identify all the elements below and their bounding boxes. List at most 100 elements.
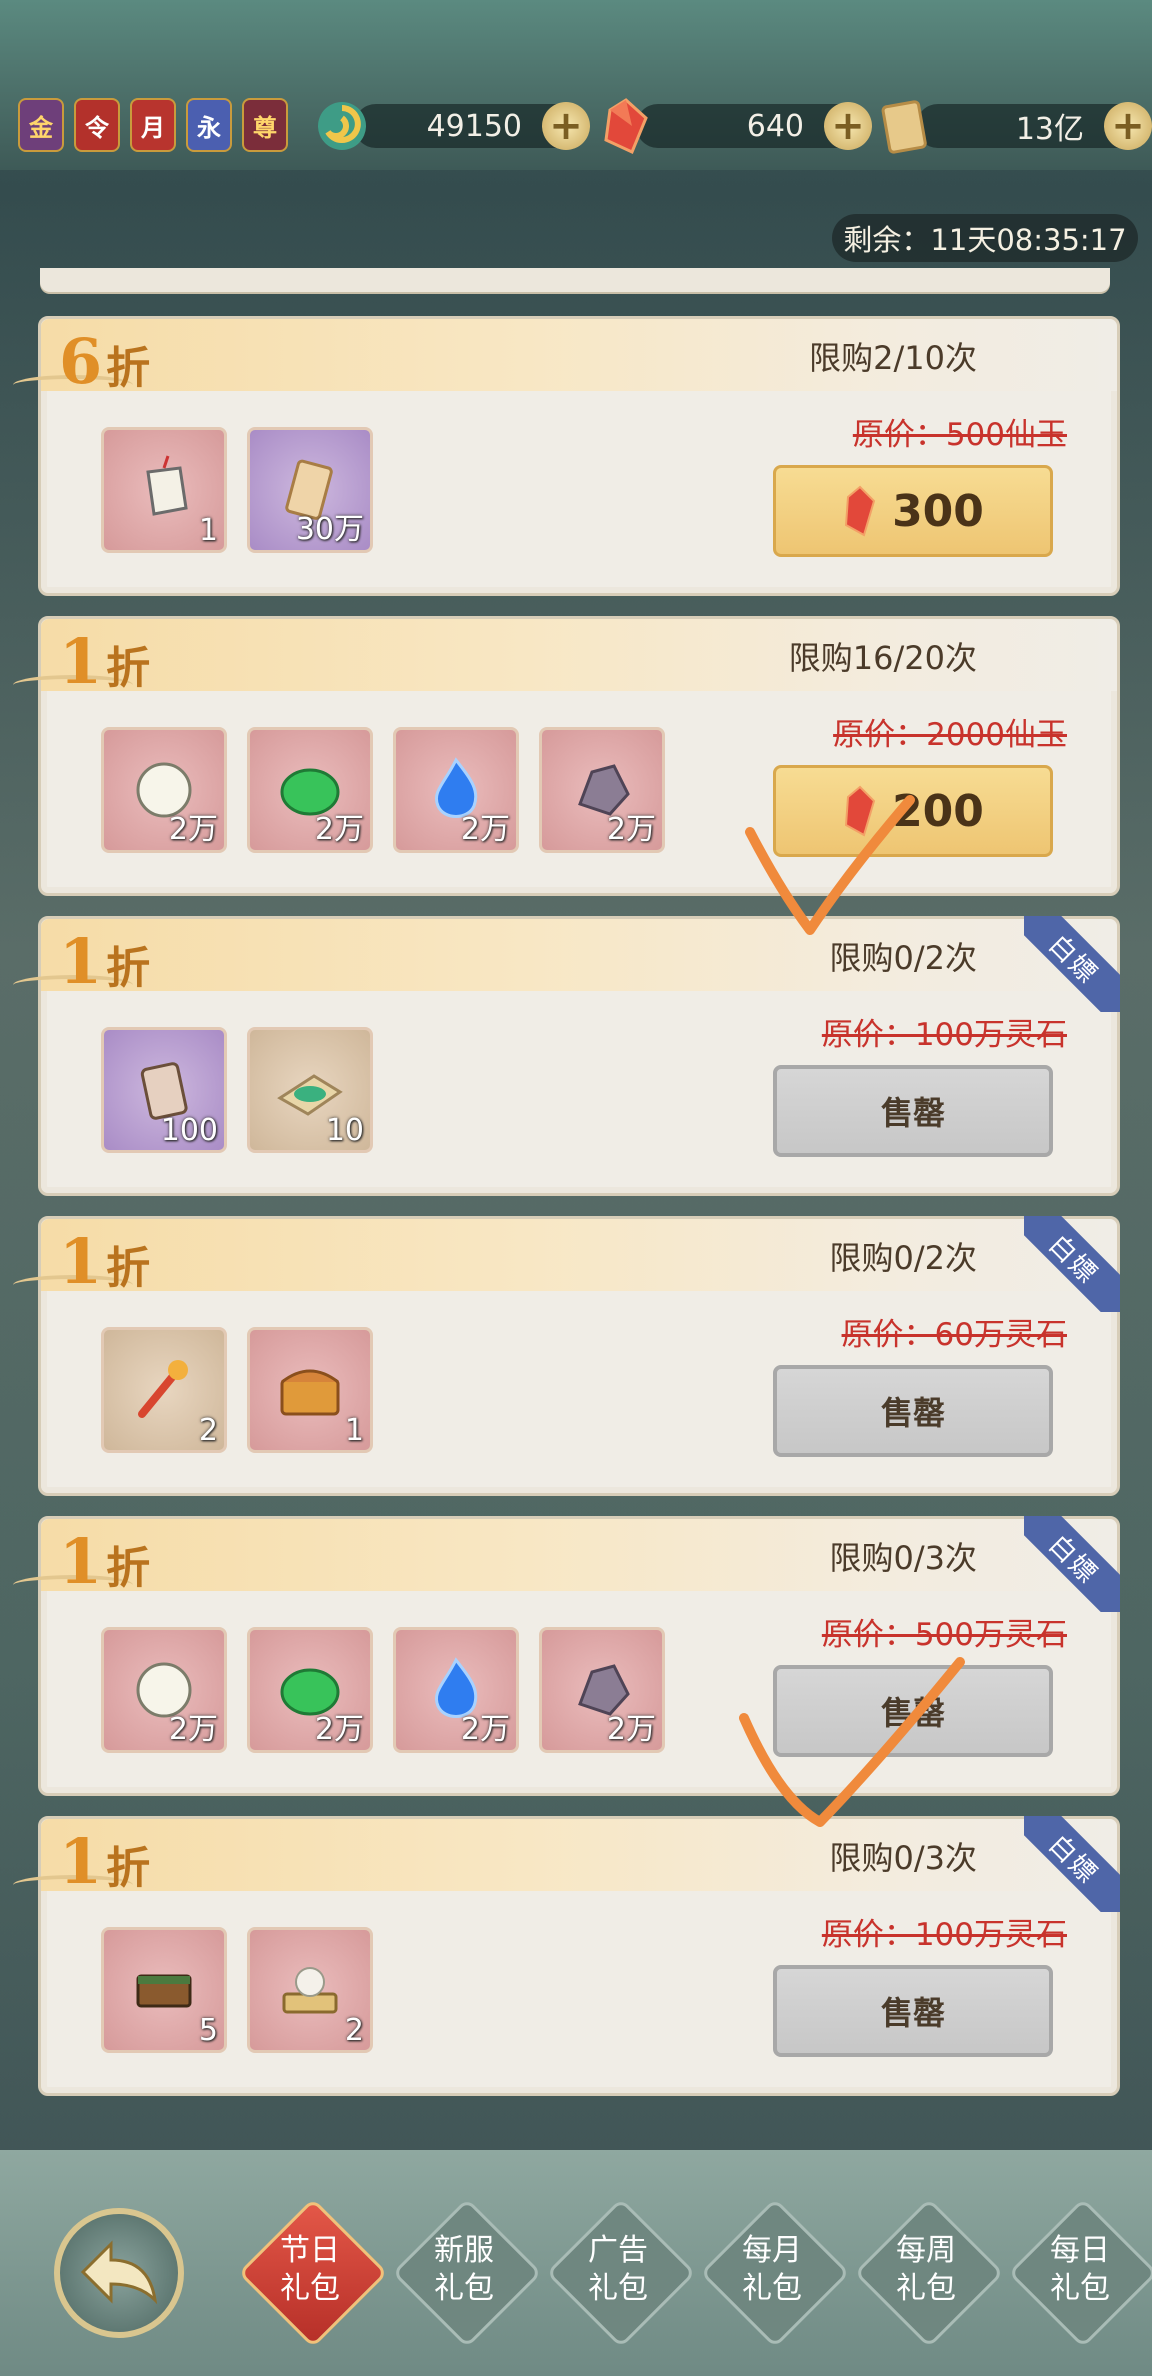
discount-unit: 折 bbox=[106, 1543, 151, 1594]
item-slot[interactable]: 1 bbox=[101, 427, 227, 553]
spiral-jade-icon bbox=[318, 102, 366, 150]
item-slot[interactable]: 2 bbox=[101, 1327, 227, 1453]
badge-yong[interactable]: 永 bbox=[186, 98, 232, 152]
free-corner-tag: 白嫖 bbox=[1024, 916, 1120, 1012]
item-slot[interactable]: 10 bbox=[247, 1027, 373, 1153]
sold-out-button[interactable]: 售罄 bbox=[773, 1365, 1053, 1457]
original-price: 原价：60万灵石 bbox=[841, 1317, 1067, 1353]
discount-label: 1 折 bbox=[59, 1525, 150, 1598]
currency-spirit: 49150 + bbox=[314, 96, 590, 156]
item-slot[interactable]: 5 bbox=[101, 1927, 227, 2053]
gift-card: 6 折 限购2/10次 1 30万 原价：500仙玉 300 bbox=[13, 316, 1120, 596]
item-list: 2 1 bbox=[101, 1327, 373, 1453]
tab-label-line2: 礼包 bbox=[280, 2271, 340, 2306]
item-slot[interactable]: 2万 bbox=[101, 1627, 227, 1753]
previous-card-edge bbox=[40, 268, 1110, 292]
red-gem-icon bbox=[845, 785, 876, 837]
free-corner-tag: 白嫖 bbox=[1024, 1516, 1120, 1612]
discount-label: 1 折 bbox=[59, 625, 150, 698]
tab-label-line1: 节日 bbox=[280, 2233, 340, 2268]
phoenix-key-icon bbox=[138, 1360, 188, 1418]
item-slot[interactable]: 2万 bbox=[539, 727, 665, 853]
badge-ling[interactable]: 令 bbox=[74, 98, 120, 152]
currency-jade: 640 + bbox=[596, 96, 872, 156]
discount-number: 1 bbox=[59, 1225, 103, 1298]
tab-label-line1: 每周 bbox=[896, 2233, 956, 2268]
discount-number: 1 bbox=[59, 1525, 103, 1598]
add-currency-button[interactable]: + bbox=[542, 102, 590, 150]
item-quantity: 2万 bbox=[168, 812, 218, 847]
free-tag-label: 白嫖 bbox=[1024, 1516, 1120, 1612]
discount-label: 6 折 bbox=[59, 325, 150, 398]
item-quantity: 2万 bbox=[314, 812, 364, 847]
add-currency-button[interactable]: + bbox=[824, 102, 872, 150]
tab-monthly[interactable]: 每月 礼包 bbox=[702, 2200, 842, 2340]
buy-button[interactable]: 300 bbox=[773, 465, 1053, 557]
item-slot[interactable]: 2万 bbox=[393, 1627, 519, 1753]
item-quantity: 2万 bbox=[314, 1712, 364, 1747]
item-list: 100 10 bbox=[101, 1027, 373, 1153]
item-slot[interactable]: 2万 bbox=[247, 727, 373, 853]
item-slot[interactable]: 2万 bbox=[247, 1627, 373, 1753]
item-quantity: 2 bbox=[198, 1413, 218, 1448]
purchase-limit: 限购0/3次 bbox=[829, 1539, 977, 1577]
tab-ad[interactable]: 广告 礼包 bbox=[548, 2200, 688, 2340]
discount-unit: 折 bbox=[106, 643, 151, 694]
purchase-limit: 限购0/2次 bbox=[829, 1239, 977, 1277]
free-tag-label: 白嫖 bbox=[1024, 916, 1120, 1012]
discount-unit: 折 bbox=[106, 943, 151, 994]
back-arrow-icon bbox=[80, 2240, 158, 2305]
talisman-icon bbox=[146, 455, 188, 516]
item-list: 2万 2万 2万 2万 bbox=[101, 1627, 665, 1753]
free-corner-tag: 白嫖 bbox=[1024, 1816, 1120, 1912]
discount-unit: 折 bbox=[106, 343, 151, 394]
add-currency-button[interactable]: + bbox=[1104, 102, 1152, 150]
item-quantity: 2万 bbox=[460, 1712, 510, 1747]
item-quantity: 2万 bbox=[460, 812, 510, 847]
badge-zun[interactable]: 尊 bbox=[242, 98, 288, 152]
gift-card: 1 折 限购0/2次 白嫖 100 10 原价：100万灵石 售罄 bbox=[13, 916, 1120, 1196]
free-corner-tag: 白嫖 bbox=[1024, 1216, 1120, 1312]
item-slot[interactable]: 2万 bbox=[101, 727, 227, 853]
item-slot[interactable]: 2 bbox=[247, 1927, 373, 2053]
back-button[interactable] bbox=[54, 2208, 184, 2338]
currency-bar: 金 令 月 永 尊 49150 + 640 + 13亿 + bbox=[0, 0, 1152, 170]
tab-label-line2: 礼包 bbox=[588, 2271, 648, 2306]
scroll-icon bbox=[881, 100, 927, 154]
sold-out-button[interactable]: 售罄 bbox=[773, 1065, 1053, 1157]
item-slot[interactable]: 100 bbox=[101, 1027, 227, 1153]
badge-month[interactable]: 月 bbox=[130, 98, 176, 152]
discount-label: 1 折 bbox=[59, 1225, 150, 1298]
item-quantity: 5 bbox=[198, 2013, 218, 2048]
discount-unit: 折 bbox=[106, 1843, 151, 1894]
item-quantity: 2万 bbox=[606, 1712, 656, 1747]
discount-label: 1 折 bbox=[59, 925, 150, 998]
tab-label-line1: 新服 bbox=[434, 2233, 494, 2268]
buy-button[interactable]: 200 bbox=[773, 765, 1053, 857]
purchase-limit: 限购0/3次 bbox=[829, 1839, 977, 1877]
tab-weekly[interactable]: 每周 礼包 bbox=[856, 2200, 996, 2340]
item-slot[interactable]: 2万 bbox=[393, 727, 519, 853]
gift-card: 1 折 限购0/3次 白嫖 2万 2万 2万 2万 原价：500万灵石 售罄 bbox=[13, 1516, 1120, 1796]
tab-label-line1: 每日 bbox=[1050, 2233, 1110, 2268]
item-slot[interactable]: 30万 bbox=[247, 427, 373, 553]
tab-label-line1: 每月 bbox=[742, 2233, 802, 2268]
item-quantity: 30万 bbox=[295, 512, 364, 547]
free-tag-label: 白嫖 bbox=[1024, 1816, 1120, 1912]
discount-label: 1 折 bbox=[59, 1825, 150, 1898]
gift-card: 1 折 限购0/3次 白嫖 5 2 原价：100万灵石 售罄 bbox=[13, 1816, 1120, 2096]
gift-card: 1 折 限购0/2次 白嫖 2 1 原价：60万灵石 售罄 bbox=[13, 1216, 1120, 1496]
currency-stone: 13亿 + bbox=[876, 96, 1152, 156]
tab-daily[interactable]: 每日 礼包 bbox=[1010, 2200, 1150, 2340]
item-slot[interactable]: 2万 bbox=[539, 1627, 665, 1753]
discount-number: 1 bbox=[59, 1825, 103, 1898]
item-slot[interactable]: 1 bbox=[247, 1327, 373, 1453]
sold-out-button[interactable]: 售罄 bbox=[773, 1965, 1053, 2057]
tab-festival[interactable]: 节日 礼包 bbox=[240, 2200, 380, 2340]
sold-out-button[interactable]: 售罄 bbox=[773, 1665, 1053, 1757]
item-quantity: 2万 bbox=[168, 1712, 218, 1747]
lotus-bed-icon bbox=[282, 1967, 338, 2014]
tab-new-server[interactable]: 新服 礼包 bbox=[394, 2200, 534, 2340]
badge-gold[interactable]: 金 bbox=[18, 98, 64, 152]
item-list: 1 30万 bbox=[101, 427, 373, 553]
